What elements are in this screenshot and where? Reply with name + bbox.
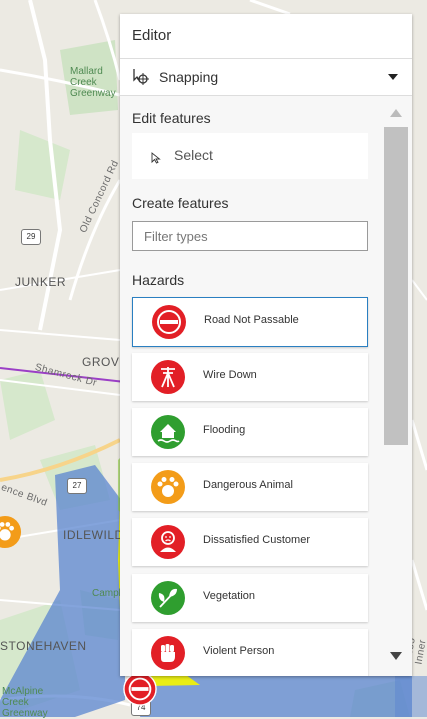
editor-content: Edit features Select Create features Haz… [120,95,382,676]
route-shield-29: 29 [21,229,41,245]
hazard-label: Dangerous Animal [203,479,293,491]
hazard-item-violent-person[interactable]: Violent Person [132,629,368,676]
hazard-item-dissatisfied-customer[interactable]: Dissatisfied Customer [132,518,368,566]
fist-icon [151,636,185,670]
frown-face-icon [151,525,185,559]
edit-features-title: Edit features [132,110,211,126]
hazard-label: Flooding [203,424,246,436]
hazard-label: Road Not Passable [204,314,299,326]
scroll-thumb[interactable] [384,127,408,445]
snapping-icon [133,69,149,85]
cursor-icon [151,152,161,164]
map-label-mallard-creek: Mallard Creek Greenway [70,66,116,99]
hazard-item-dangerous-animal[interactable]: Dangerous Animal [132,463,368,511]
snapping-label: Snapping [159,69,219,85]
select-button[interactable]: Select [132,133,368,179]
hazard-item-flooding[interactable]: Flooding [132,408,368,456]
house-water-icon [151,415,185,449]
chevron-down-icon [388,74,398,80]
map-label-stonehaven: STONEHAVEN [0,639,87,653]
editor-header: Editor [120,14,412,59]
map-no-entry-icon[interactable] [123,672,157,706]
scroll-up-arrow-icon[interactable] [390,109,402,117]
hazard-item-wire-down[interactable]: Wire Down [132,353,368,401]
select-label: Select [174,147,213,163]
map-label-mcalpine-creek: McAlpine Creek Greenway [2,686,48,719]
scrollbar[interactable] [384,105,408,666]
filter-types-input[interactable] [132,221,368,251]
no-entry-icon [152,305,186,339]
editor-panel: Editor Snapping Edit features Select Cre… [120,14,412,676]
hazard-label: Violent Person [203,645,275,657]
hazard-item-vegetation[interactable]: Vegetation [132,574,368,622]
map-label-junker: JUNKER [15,275,67,289]
hazard-label: Vegetation [203,590,255,602]
hazards-title: Hazards [132,272,185,288]
create-features-title: Create features [132,195,229,211]
power-pole-icon [151,360,185,394]
scroll-down-arrow-icon[interactable] [390,652,402,660]
leaf-icon [151,581,185,615]
route-shield-27: 27 [67,478,87,494]
paw-icon [151,470,185,504]
hazard-item-road-not-passable[interactable]: Road Not Passable [132,297,368,347]
snapping-dropdown[interactable]: Snapping [120,59,412,96]
hazard-label: Dissatisfied Customer [203,534,310,546]
map-label-idlewild: IDLEWILD [63,528,124,542]
hazard-label: Wire Down [203,369,257,381]
editor-title: Editor [132,27,172,44]
